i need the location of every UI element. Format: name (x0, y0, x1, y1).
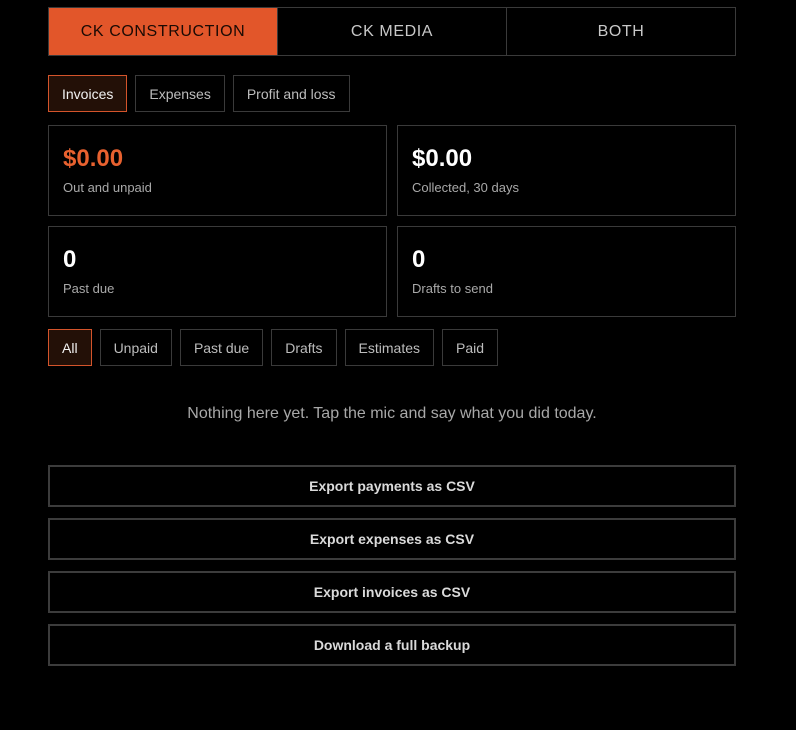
stat-card-past-due: 0 Past due (48, 226, 387, 317)
download-backup-button[interactable]: Download a full backup (48, 624, 736, 666)
stat-label: Drafts to send (412, 281, 493, 296)
stats-grid: $0.00 Out and unpaid $0.00 Collected, 30… (48, 125, 736, 317)
export-payments-button[interactable]: Export payments as CSV (48, 465, 736, 507)
stat-label: Past due (63, 281, 115, 296)
business-tab-both[interactable]: BOTH (506, 8, 735, 55)
tab-profit-and-loss[interactable]: Profit and loss (232, 75, 350, 112)
filter-drafts[interactable]: Drafts (271, 329, 337, 366)
stat-value: $0.00 (63, 145, 124, 172)
export-expenses-button[interactable]: Export expenses as CSV (48, 518, 736, 560)
export-invoices-button[interactable]: Export invoices as CSV (48, 571, 736, 613)
invoice-filters: All Unpaid Past due Drafts Estimates Pai… (48, 329, 736, 366)
invoices-screen: CK CONSTRUCTION CK MEDIA BOTH Invoices E… (48, 7, 736, 666)
filter-unpaid[interactable]: Unpaid (99, 329, 172, 366)
section-tabs: Invoices Expenses Profit and loss (48, 75, 736, 112)
business-tab-ck-media[interactable]: CK MEDIA (277, 8, 506, 55)
filter-estimates[interactable]: Estimates (344, 329, 435, 366)
stat-label: Collected, 30 days (412, 180, 519, 195)
stat-card-out-and-unpaid: $0.00 Out and unpaid (48, 125, 387, 216)
export-actions: Export payments as CSV Export expenses a… (48, 465, 736, 666)
stat-value: $0.00 (412, 145, 473, 172)
stat-card-drafts-to-send: 0 Drafts to send (397, 226, 736, 317)
filter-paid[interactable]: Paid (442, 329, 499, 366)
business-tab-ck-construction[interactable]: CK CONSTRUCTION (49, 8, 277, 55)
tab-expenses[interactable]: Expenses (135, 75, 225, 112)
tab-invoices[interactable]: Invoices (48, 75, 128, 112)
empty-state-message: Nothing here yet. Tap the mic and say wh… (187, 405, 597, 422)
stat-card-collected-30-days: $0.00 Collected, 30 days (397, 125, 736, 216)
stat-value: 0 (63, 246, 77, 273)
stat-value: 0 (412, 246, 426, 273)
filter-all[interactable]: All (48, 329, 92, 366)
stat-label: Out and unpaid (63, 180, 152, 195)
filter-past-due[interactable]: Past due (179, 329, 264, 366)
business-switcher: CK CONSTRUCTION CK MEDIA BOTH (48, 7, 736, 56)
